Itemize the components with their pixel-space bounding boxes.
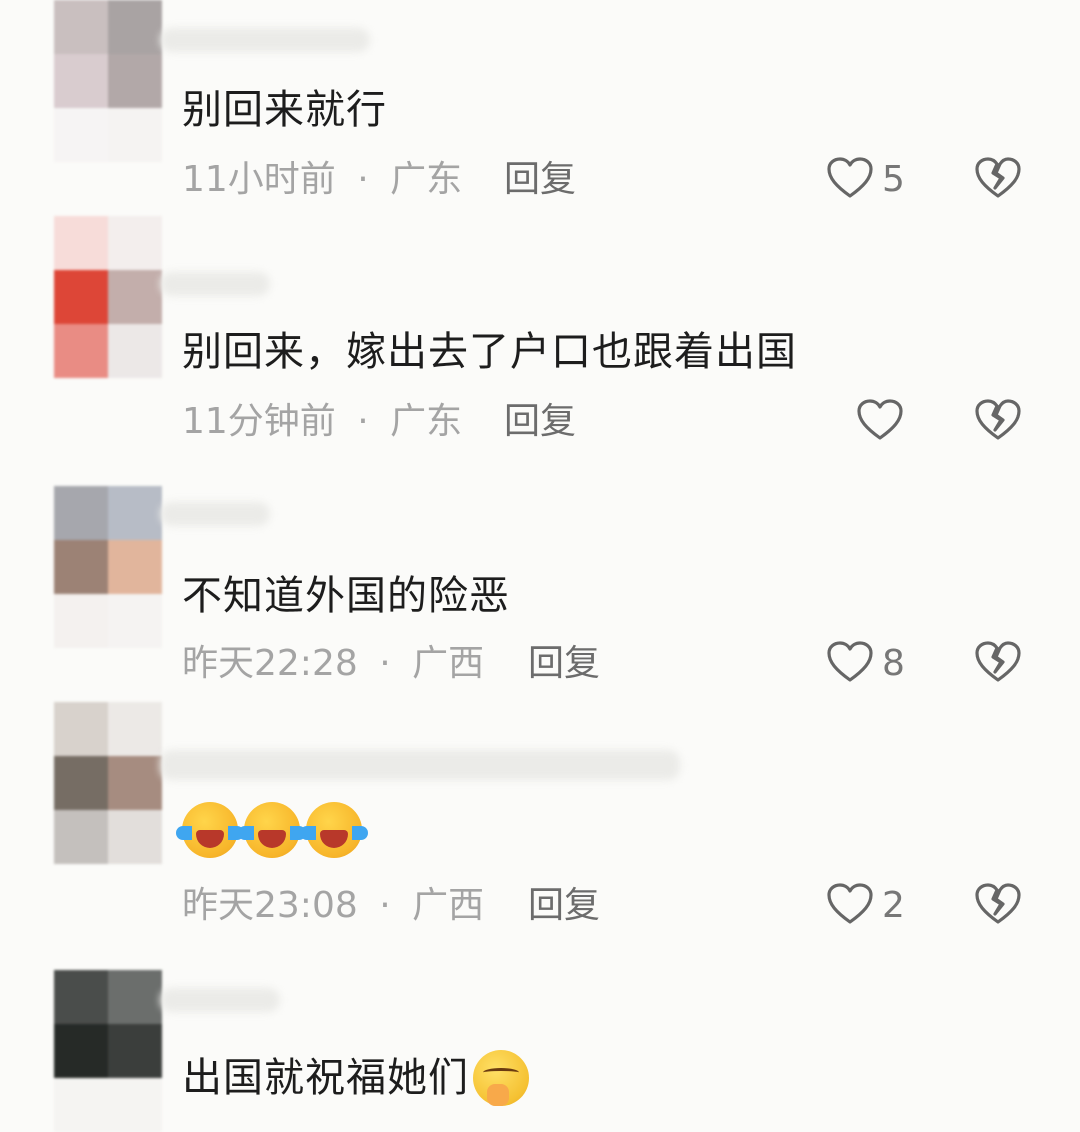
reply-button[interactable]: 回复 [504,404,576,440]
comment-time: 11小时前 [182,159,336,200]
comment-meta: 11分钟前 · 广东 [182,404,462,440]
avatar[interactable] [54,486,162,648]
username-blurred[interactable] [160,272,270,296]
comment-time: 昨天22:28 [182,643,358,684]
reply-button[interactable]: 回复 [528,888,600,924]
meta-separator: · [379,643,391,684]
reply-button[interactable]: 回复 [528,646,600,682]
comment-time: 昨天23:08 [182,885,358,926]
meta-separator: · [357,159,369,200]
comment-meta: 昨天23:08 · 广西 [182,888,484,924]
shushing-face-emoji [473,1050,529,1106]
meta-separator: · [357,401,369,442]
comment-text: 别回来，嫁出去了户口也跟着出国 [182,329,797,375]
avatar[interactable] [54,970,162,1132]
broken-heart-icon[interactable] [974,882,1022,926]
reply-button[interactable]: 回复 [504,162,576,198]
loudly-crying-face-emoji [176,802,244,858]
like-count: 2 [882,885,905,926]
comment-meta: 昨天22:28 · 广西 [182,646,484,682]
comment-location: 广东 [390,401,463,442]
broken-heart-icon[interactable] [974,640,1022,684]
comment-location: 广东 [390,159,463,200]
comment-time: 11分钟前 [182,401,336,442]
comment-meta: 11小时前 · 广东 [182,162,462,198]
loudly-crying-face-emoji [300,802,368,858]
comment-location: 广西 [412,885,485,926]
comment-text-content: 出国就祝福她们 [182,1055,469,1101]
username-blurred[interactable] [160,28,370,52]
meta-separator: · [379,885,391,926]
avatar[interactable] [54,0,162,162]
broken-heart-icon[interactable] [974,398,1022,442]
comment-text: 出国就祝福她们 [182,1050,529,1106]
username-blurred[interactable] [160,502,270,526]
broken-heart-icon[interactable] [974,156,1022,200]
username-blurred[interactable] [160,988,280,1012]
username-blurred[interactable] [160,750,680,780]
loudly-crying-face-emoji [238,802,306,858]
avatar[interactable] [54,216,162,378]
avatar[interactable] [54,702,162,864]
heart-outline-icon[interactable] [856,398,904,442]
like-count: 5 [882,159,905,200]
comment-text [176,802,368,858]
comment-text: 别回来就行 [182,87,387,133]
comment-location: 广西 [412,643,485,684]
heart-outline-icon[interactable] [826,156,874,200]
comment-text: 不知道外国的险恶 [182,573,510,619]
like-count: 8 [882,643,905,684]
heart-outline-icon[interactable] [826,882,874,926]
heart-outline-icon[interactable] [826,640,874,684]
